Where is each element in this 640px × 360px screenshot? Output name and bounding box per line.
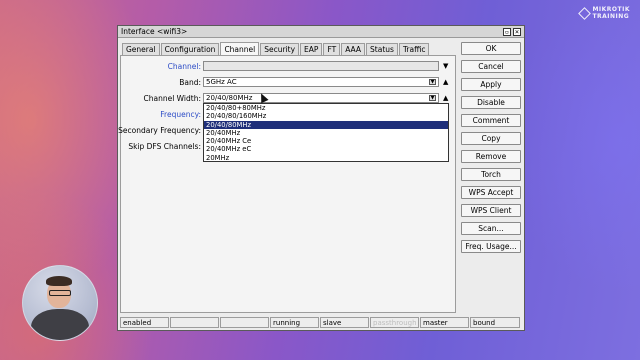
channel-width-select[interactable]: 20/40/80MHz ▼ [203,93,439,103]
channel-panel: Channel: ▼ Band: 5GHz AC ▼ ▲ Channel Wid… [118,55,457,313]
band-label: Band: [179,78,201,87]
comment-button[interactable]: Comment [461,114,521,127]
status-enabled: enabled [120,317,169,328]
dropdown-option[interactable]: 20/40MHz eC [204,145,448,153]
presenter-webcam [22,265,98,341]
presenter-body [31,309,89,340]
band-row: Band: 5GHz AC ▼ ▲ [121,77,457,88]
channel-expand-icon[interactable]: ▼ [443,61,448,71]
window-title: Interface <wifi3> [121,27,188,36]
status-bound: bound [470,317,520,328]
close-icon[interactable]: × [513,27,521,36]
dropdown-option[interactable]: 20/40MHz Ce [204,137,448,145]
tab-security[interactable]: Security [260,43,300,55]
cancel-button[interactable]: Cancel [461,60,521,73]
interface-window: Interface <wifi3> ▫ × General Configurat… [117,25,525,331]
torch-button[interactable]: Torch [461,168,521,181]
tab-ft[interactable]: FT [323,43,341,55]
dropdown-option[interactable]: 20/40/80/160MHz [204,112,448,120]
channel-label: Channel: [167,62,201,71]
disable-button[interactable]: Disable [461,96,521,109]
status-bar: enabled running slave passthrough master… [120,317,522,328]
status-empty-1 [170,317,219,328]
copy-button[interactable]: Copy [461,132,521,145]
status-empty-2 [220,317,269,328]
tab-bar: General Configuration Channel Security E… [122,42,430,55]
freq-usage-button[interactable]: Freq. Usage... [461,240,521,253]
chevron-down-icon[interactable]: ▼ [429,79,436,85]
dropdown-option-selected[interactable]: 20/40/80MHz [204,120,448,129]
band-collapse-icon[interactable]: ▲ [443,77,448,87]
channel-width-collapse-icon[interactable]: ▲ [443,93,448,103]
status-passthrough: passthrough [370,317,419,328]
channel-row: Channel: ▼ [121,61,457,72]
status-running: running [270,317,319,328]
chevron-down-icon[interactable]: ▼ [429,95,436,101]
tab-traffic[interactable]: Traffic [398,43,430,55]
dropdown-option[interactable]: 20/40/80+80MHz [204,104,448,112]
channel-width-dropdown: 20/40/80+80MHz 20/40/80/160MHz 20/40/80M… [203,103,449,162]
mikrotik-logo-icon [578,6,592,20]
band-select[interactable]: 5GHz AC ▼ [203,77,439,87]
status-master: master [420,317,469,328]
wps-client-button[interactable]: WPS Client [461,204,521,217]
apply-button[interactable]: Apply [461,78,521,91]
band-value: 5GHz AC [206,78,237,86]
presenter-glasses [49,290,71,296]
brand-line-2: TRAINING [592,13,630,20]
frequency-label: Frequency: [160,110,201,119]
tab-aaa[interactable]: AAA [341,43,366,55]
dropdown-option[interactable]: 20/40MHz [204,129,448,137]
ok-button[interactable]: OK [461,42,521,55]
tab-configuration[interactable]: Configuration [160,43,220,55]
restore-icon[interactable]: ▫ [503,27,511,36]
title-bar: Interface <wifi3> ▫ × [118,26,524,38]
presenter-hair [46,276,72,286]
brand-logo: MIKROTIK TRAINING [578,6,630,20]
tab-general[interactable]: General [122,43,160,55]
action-buttons: OK Cancel Apply Disable Comment Copy Rem… [461,42,521,258]
brand-line-1: MIKROTIK [592,6,630,13]
dropdown-option[interactable]: 20MHz [204,154,448,162]
scan-button[interactable]: Scan... [461,222,521,235]
tab-channel[interactable]: Channel [220,42,260,55]
tab-eap[interactable]: EAP [300,43,323,55]
remove-button[interactable]: Remove [461,150,521,163]
skip-dfs-label: Skip DFS Channels: [128,142,201,151]
channel-field[interactable] [203,61,439,71]
status-slave: slave [320,317,369,328]
tab-status[interactable]: Status [366,43,398,55]
channel-width-value: 20/40/80MHz [206,94,253,102]
title-buttons: ▫ × [503,27,521,36]
channel-width-label: Channel Width: [143,94,202,103]
wps-accept-button[interactable]: WPS Accept [461,186,521,199]
secondary-frequency-label: Secondary Frequency: [118,126,201,135]
